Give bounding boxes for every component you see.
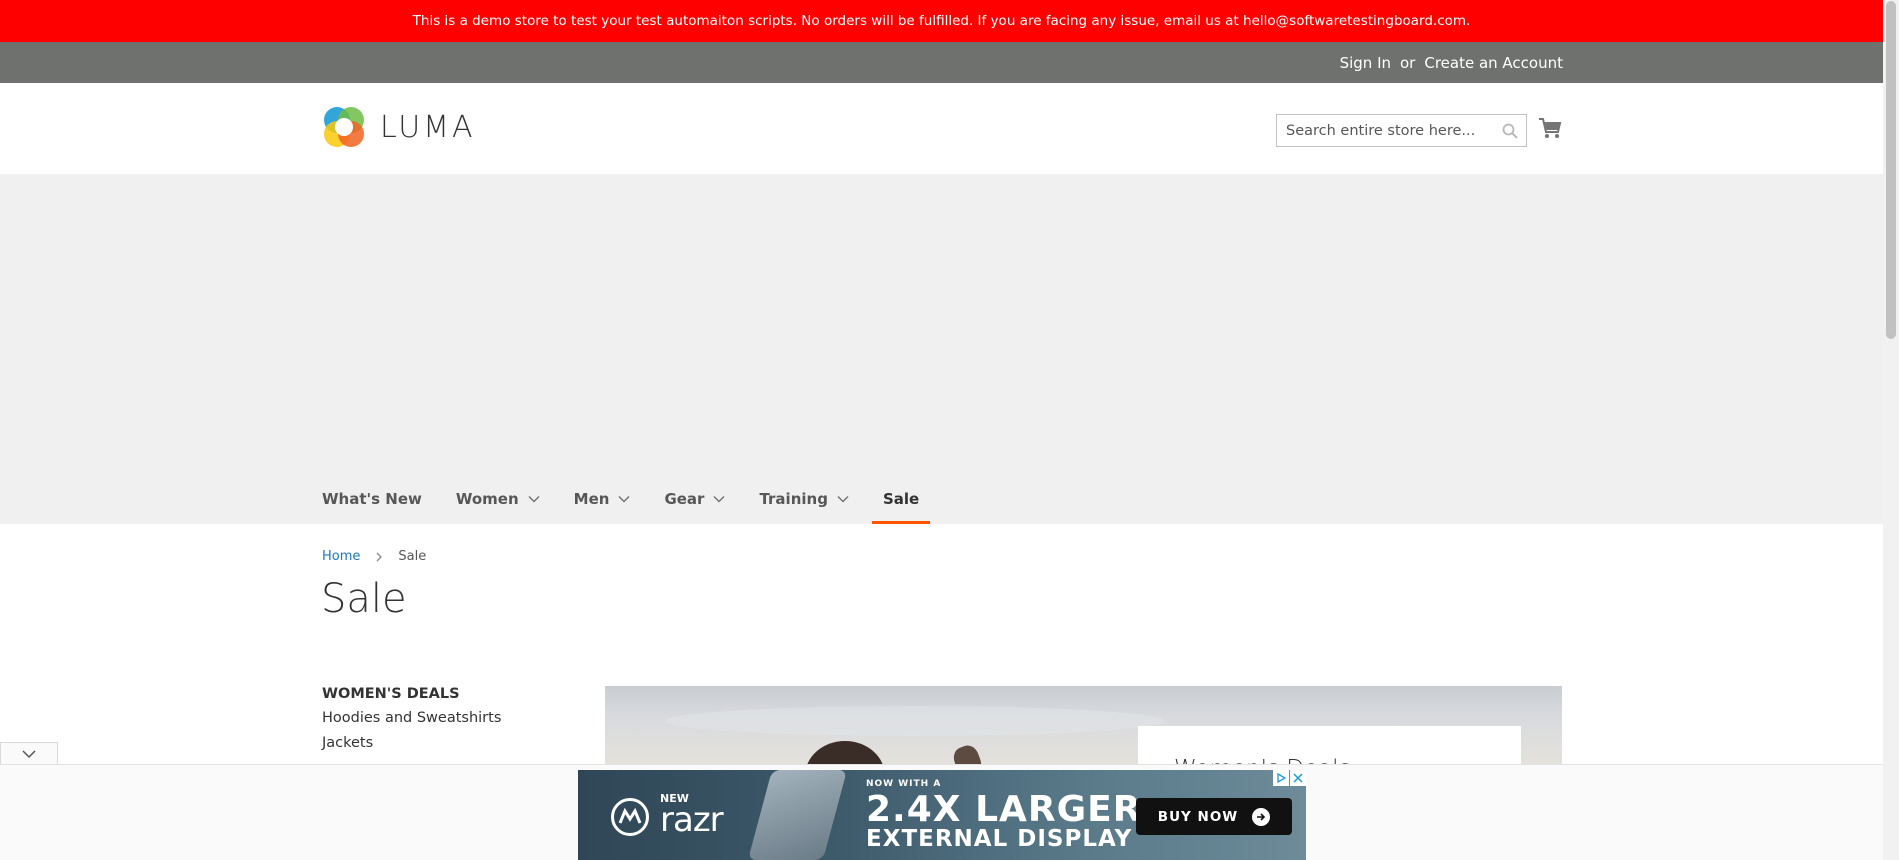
nav-item-label: Sale: [882, 490, 920, 508]
nav-item-training[interactable]: Training: [759, 474, 849, 524]
main-nav: What's New Women Men Gear Training Sale: [322, 474, 964, 524]
breadcrumb: Home Sale: [322, 549, 426, 564]
nav-item-label: Women: [455, 490, 519, 508]
search-icon[interactable]: [1502, 123, 1518, 139]
header-panel: Sign In or Create an Account: [0, 42, 1883, 83]
motorola-m-icon: [618, 807, 642, 824]
adchoices-icon[interactable]: [1273, 770, 1289, 786]
ad-choices: [1272, 770, 1306, 786]
sidebar: WOMEN'S DEALS Hoodies and Sweatshirts Ja…: [322, 686, 501, 760]
demo-notice: This is a demo store to test your test a…: [0, 0, 1883, 42]
sidebar-heading: WOMEN'S DEALS: [322, 686, 460, 702]
nav-item-label: Gear: [664, 490, 705, 508]
sidebar-link-hoodies[interactable]: Hoodies and Sweatshirts: [322, 710, 501, 726]
ad-buy-now-label: BUY NOW: [1157, 808, 1239, 825]
deal-card[interactable]: Women's Deals: [1138, 726, 1521, 766]
chevron-down-icon: [713, 495, 725, 503]
hero-banner[interactable]: Women's Deals: [605, 686, 1562, 766]
nav-item-sale[interactable]: Sale: [871, 474, 931, 524]
chevron-down-icon: [618, 495, 630, 503]
breadcrumb-home-link[interactable]: Home: [322, 549, 360, 564]
ad-headline: 2.4X LARGER: [866, 789, 1142, 830]
scrollbar-thumb[interactable]: [1886, 1, 1896, 339]
ad-phone-image: [747, 770, 848, 860]
ad-buy-now-button[interactable]: BUY NOW: [1136, 798, 1292, 835]
ad-collapse-toggle[interactable]: [0, 742, 58, 764]
ad-brand: razr: [660, 800, 724, 840]
chevron-right-icon: [376, 552, 383, 561]
chevron-down-icon: [837, 495, 849, 503]
search-box: [1276, 114, 1527, 147]
ad-now-with: NOW WITH A: [866, 779, 942, 789]
chevron-down-icon: [528, 495, 540, 503]
arrow-right-icon: [1252, 807, 1271, 826]
create-account-link[interactable]: Create an Account: [1424, 54, 1563, 72]
ad-close-icon[interactable]: [1290, 770, 1306, 786]
nav-item-women[interactable]: Women: [456, 474, 540, 524]
nav-item-men[interactable]: Men: [574, 474, 631, 524]
nav-item-whats-new[interactable]: What's New: [322, 474, 422, 524]
motorola-logo-icon: [611, 798, 649, 836]
page-scrollbar[interactable]: [1883, 0, 1899, 860]
nav-item-label: Training: [759, 490, 828, 508]
cart-icon[interactable]: [1538, 116, 1562, 140]
hero-model-hair: [950, 742, 985, 766]
hero-cloud: [665, 706, 1165, 736]
demo-notice-text: This is a demo store to test your test a…: [412, 13, 1471, 29]
nav-area: What's New Women Men Gear Training Sale: [0, 174, 1883, 524]
page-title: Sale: [321, 576, 407, 622]
header-links: Sign In or Create an Account: [1340, 42, 1563, 83]
sign-in-link[interactable]: Sign In: [1340, 54, 1391, 72]
sidebar-link-jackets[interactable]: Jackets: [322, 735, 501, 751]
chevron-down-icon: [22, 749, 36, 758]
search-input[interactable]: [1277, 115, 1526, 146]
or-text: or: [1400, 53, 1416, 72]
ad-banner[interactable]: NEW razr NOW WITH A 2.4X LARGER EXTERNAL…: [578, 770, 1306, 860]
breadcrumb-current: Sale: [398, 549, 427, 564]
logo-text: LUMA: [380, 109, 476, 145]
ad-subline: EXTERNAL DISPLAY: [866, 826, 1133, 852]
header-content: LUMA: [0, 83, 1883, 174]
luma-logo-icon: [324, 107, 364, 147]
nav-item-gear[interactable]: Gear: [664, 474, 725, 524]
nav-item-label: What's New: [322, 490, 422, 508]
hero-model-head: [805, 741, 885, 766]
luma-logo[interactable]: LUMA: [322, 105, 476, 149]
nav-item-label: Men: [573, 490, 610, 508]
